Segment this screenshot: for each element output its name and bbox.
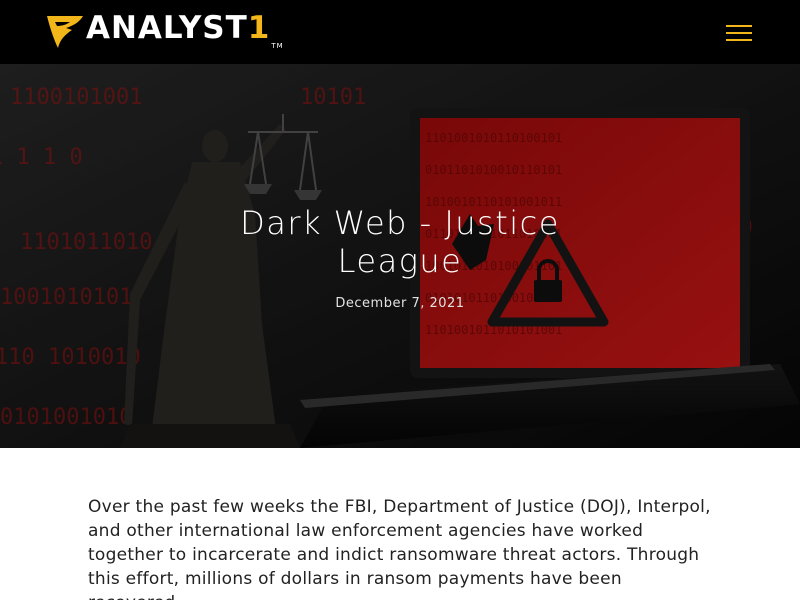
menu-bar <box>726 25 752 27</box>
site-header: ANALYST1TM <box>0 0 800 64</box>
logo-number: 1 <box>247 10 271 46</box>
logo-text: ANALYST <box>86 10 248 46</box>
hamburger-menu-icon[interactable] <box>726 24 752 42</box>
hero-banner: 1100101001 1 1 1 0 1101011010 1001010101… <box>0 64 800 448</box>
site-logo[interactable]: ANALYST1TM <box>46 10 284 52</box>
page-title: Dark Web - Justice League <box>240 204 560 280</box>
menu-bar <box>726 32 752 34</box>
logo-wordmark: ANALYST1TM <box>86 8 284 56</box>
post-date: December 7, 2021 <box>335 296 465 311</box>
article-paragraph: Over the past few weeks the FBI, Departm… <box>88 497 711 600</box>
menu-bar <box>726 39 752 41</box>
article-body: Over the past few weeks the FBI, Departm… <box>88 495 718 600</box>
hawk-logo-icon <box>47 16 83 48</box>
logo-trademark: TM <box>271 42 284 50</box>
